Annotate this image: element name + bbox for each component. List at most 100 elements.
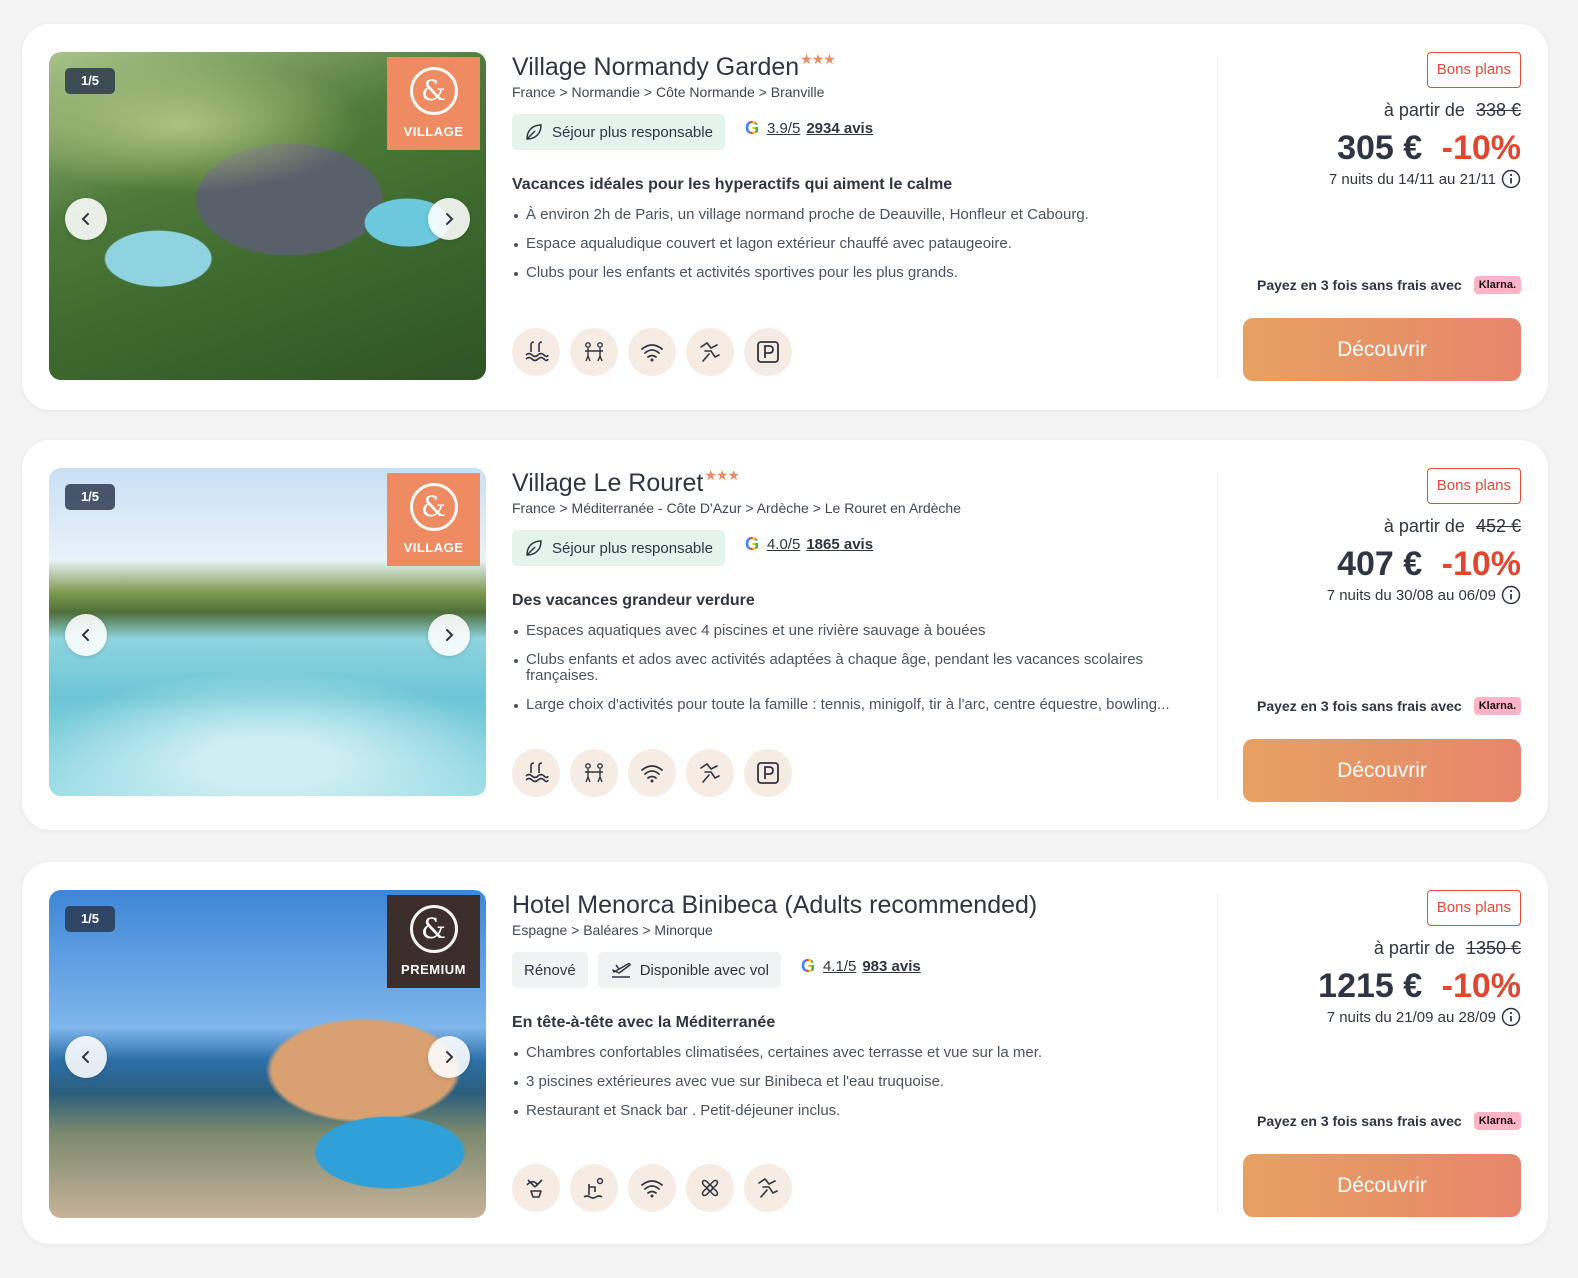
current-price: 1215 € xyxy=(1318,967,1423,1005)
amenity-list xyxy=(512,328,802,376)
listing-photo[interactable]: 1/5 & VILLAGE xyxy=(49,52,486,380)
payment-row: Payez en 3 fois sans frais avec Klarna. xyxy=(1201,1112,1521,1130)
stay-dates: 7 nuits du 14/11 au 21/11 xyxy=(1328,170,1496,188)
listing-title[interactable]: Village Normandy Garden xyxy=(512,52,799,82)
photo-prev-button[interactable] xyxy=(65,1036,107,1078)
photo-prev-button[interactable] xyxy=(65,198,107,240)
rating-score: 4.1/5 xyxy=(822,957,857,975)
feature-item: Chambres confortables climatisées, certa… xyxy=(512,1045,1212,1061)
listing-info: Village Normandy Garden ★★★ France > Nor… xyxy=(512,52,1212,294)
google-icon: G xyxy=(744,117,759,138)
rating-score: 3.9/5 xyxy=(766,119,801,137)
responsible-tag-label: Séjour plus responsable xyxy=(552,539,713,557)
air-conditioning-icon xyxy=(686,1164,734,1212)
discount-percent: -10% xyxy=(1441,129,1521,167)
feature-item: Restaurant et Snack bar . Petit-déjeuner… xyxy=(512,1103,1212,1119)
listing-title[interactable]: Village Le Rouret xyxy=(512,468,703,498)
deal-badge: Bons plans xyxy=(1426,52,1521,88)
discover-button[interactable]: Découvrir xyxy=(1243,739,1521,802)
renovated-tag: Rénové xyxy=(512,952,588,988)
photo-next-button[interactable] xyxy=(428,198,470,240)
info-icon[interactable] xyxy=(1501,585,1521,605)
parking-icon xyxy=(744,749,792,797)
brand-label: PREMIUM xyxy=(401,962,466,977)
photo-prev-button[interactable] xyxy=(65,614,107,656)
photo-next-button[interactable] xyxy=(428,1036,470,1078)
kids-club-icon xyxy=(570,749,618,797)
listing-card: 1/5 & VILLAGE Village Le Rouret ★★★ Fran… xyxy=(22,440,1548,830)
klarna-logo: Klarna. xyxy=(1473,697,1521,715)
rating-count: 2934 avis xyxy=(806,119,874,137)
google-rating[interactable]: G 3.9/5 2934 avis xyxy=(745,118,873,139)
feature-item: À environ 2h de Paris, un village norman… xyxy=(512,207,1212,223)
leaf-icon xyxy=(526,124,542,140)
feature-item: Clubs enfants et ados avec activités ada… xyxy=(512,652,1212,684)
info-icon[interactable] xyxy=(1501,169,1521,189)
kids-club-icon xyxy=(570,328,618,376)
activities-icon xyxy=(686,749,734,797)
feature-item: Espace aqualudique couvert et lagon exté… xyxy=(512,236,1212,252)
discount-percent: -10% xyxy=(1441,967,1521,1005)
parking-icon xyxy=(744,328,792,376)
pricing-panel: Bons plans à partir de 452 € 407 € -10% … xyxy=(1201,468,1521,605)
feature-item: Large choix d'activités pour toute la fa… xyxy=(512,697,1212,713)
discover-button[interactable]: Découvrir xyxy=(1243,318,1521,381)
brand-label: VILLAGE xyxy=(403,124,464,139)
discover-button[interactable]: Découvrir xyxy=(1243,1154,1521,1217)
google-rating[interactable]: G 4.1/5 983 avis xyxy=(801,956,921,977)
listing-card: 1/5 & PREMIUM Hotel Menorca Binibeca (Ad… xyxy=(22,862,1548,1244)
current-price: 407 € xyxy=(1337,545,1423,583)
google-rating[interactable]: G 4.0/5 1865 avis xyxy=(745,534,873,555)
location-breadcrumb: France > Normandie > Côte Normande > Bra… xyxy=(512,84,825,100)
star-rating: ★★★ xyxy=(800,51,836,67)
listing-info: Hotel Menorca Binibeca (Adults recommend… xyxy=(512,890,1212,1132)
google-icon: G xyxy=(744,533,759,554)
pool-icon xyxy=(512,328,560,376)
pool-icon xyxy=(512,749,560,797)
current-price: 305 € xyxy=(1337,129,1423,167)
payment-row: Payez en 3 fois sans frais avec Klarna. xyxy=(1201,697,1521,715)
activities-icon xyxy=(686,328,734,376)
plane-icon xyxy=(611,962,631,978)
amenity-list xyxy=(512,749,802,797)
location-breadcrumb: Espagne > Baléares > Minorque xyxy=(512,922,713,938)
responsible-tag: Séjour plus responsable xyxy=(512,114,725,150)
star-rating: ★★★ xyxy=(704,467,740,483)
brand-badge: & PREMIUM xyxy=(387,895,480,988)
chevron-left-icon xyxy=(81,1051,89,1063)
flight-tag-label: Disponible avec vol xyxy=(639,961,769,979)
rating-count: 983 avis xyxy=(862,957,921,975)
from-label: à partir de xyxy=(1383,100,1465,120)
restaurant-icon xyxy=(512,1164,560,1212)
listing-headline: Vacances idéales pour les hyperactifs qu… xyxy=(512,176,953,193)
chevron-left-icon xyxy=(81,213,89,225)
feature-item: Clubs pour les enfants et activités spor… xyxy=(512,265,1212,281)
chevron-right-icon xyxy=(446,1051,454,1063)
rating-score: 4.0/5 xyxy=(766,535,801,553)
info-icon[interactable] xyxy=(1501,1007,1521,1027)
pricing-panel: Bons plans à partir de 1350 € 1215 € -10… xyxy=(1201,890,1521,1027)
flight-tag: Disponible avec vol xyxy=(597,952,781,988)
brand-badge: & VILLAGE xyxy=(387,57,480,150)
photo-next-button[interactable] xyxy=(428,614,470,656)
listing-card: 1/5 & VILLAGE Village Normandy Garden ★★… xyxy=(22,24,1548,410)
payment-text: Payez en 3 fois sans frais avec xyxy=(1257,277,1462,293)
old-price: 452 € xyxy=(1475,516,1521,536)
brand-logo-icon: & xyxy=(409,905,458,953)
klarna-logo: Klarna. xyxy=(1473,276,1521,294)
listing-photo[interactable]: 1/5 & VILLAGE xyxy=(49,468,486,796)
old-price: 338 € xyxy=(1475,100,1521,120)
feature-item: 3 piscines extérieures avec vue sur Bini… xyxy=(512,1074,1212,1090)
listing-photo[interactable]: 1/5 & PREMIUM xyxy=(49,890,486,1218)
old-price: 1350 € xyxy=(1465,938,1521,958)
klarna-logo: Klarna. xyxy=(1473,1112,1521,1130)
from-label: à partir de xyxy=(1373,938,1455,958)
leaf-icon xyxy=(526,540,542,556)
stay-dates: 7 nuits du 21/09 au 28/09 xyxy=(1326,1008,1496,1026)
deal-badge: Bons plans xyxy=(1426,468,1521,504)
brand-badge: & VILLAGE xyxy=(387,473,480,566)
google-icon: G xyxy=(800,955,815,976)
wifi-icon xyxy=(628,328,676,376)
chevron-left-icon xyxy=(81,629,89,641)
listing-title[interactable]: Hotel Menorca Binibeca (Adults recommend… xyxy=(512,890,1037,920)
